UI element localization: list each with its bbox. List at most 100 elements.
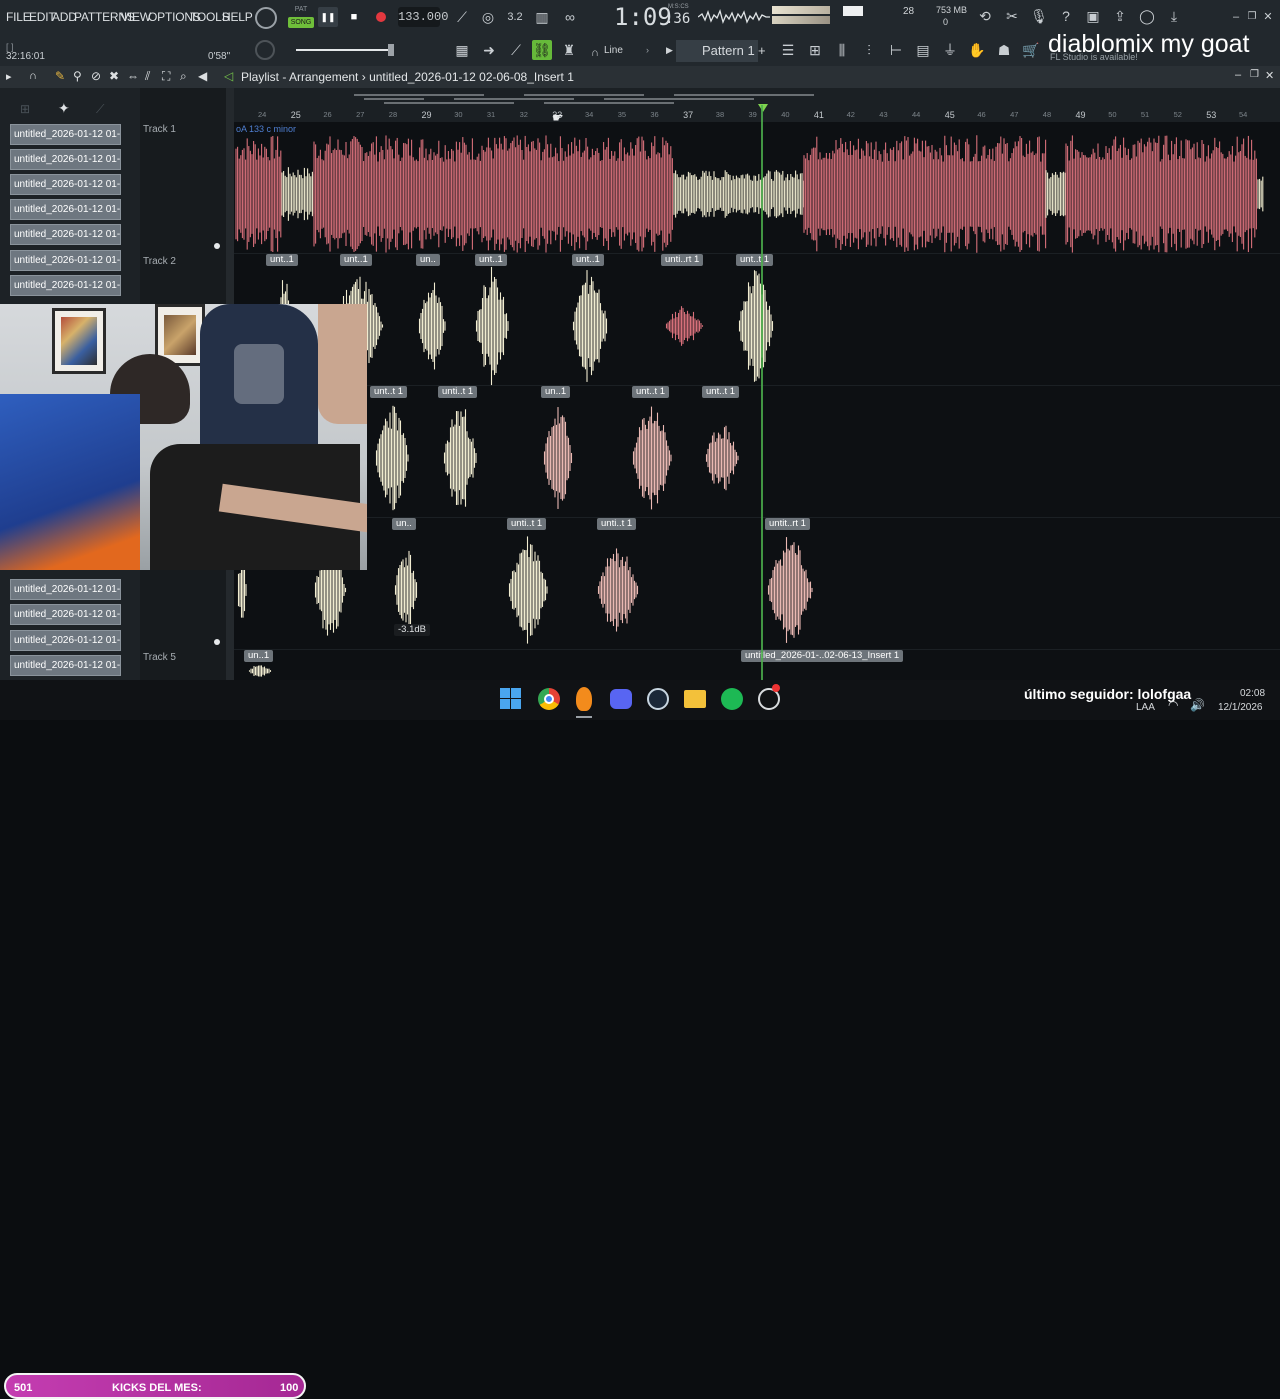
select-icon[interactable]: ⛶ [162, 69, 170, 84]
track-2-label[interactable]: Track 2 [143, 256, 176, 267]
stop-button[interactable]: ■ [344, 7, 364, 27]
windows-start-icon[interactable] [500, 688, 522, 710]
tempo-tap-icon[interactable]: ☗ [994, 40, 1014, 60]
browser-clip-item[interactable]: untitled_2026-01-12 01-... [10, 579, 121, 600]
close-icon[interactable]: ✕ [1258, 7, 1278, 27]
loop-record-icon[interactable]: ∞ [560, 7, 580, 27]
audio-clip-label[interactable]: unt..t 1 [370, 386, 408, 398]
download-icon[interactable]: ⤓ [1164, 6, 1184, 26]
audio-clip-label[interactable]: unt..1 [340, 254, 372, 266]
menu-file[interactable]: FILE [6, 10, 31, 24]
paint-icon[interactable]: ⟋ [506, 40, 526, 60]
audio-clip-label[interactable]: unti..rt 1 [661, 254, 704, 266]
record-button[interactable] [376, 12, 386, 22]
brush-icon[interactable]: ⚲ [73, 69, 82, 83]
audio-clip-label[interactable]: un.. [392, 518, 416, 530]
menu-help[interactable]: HELP [222, 10, 253, 24]
chrome-icon[interactable] [538, 688, 560, 710]
microphone-icon[interactable]: 🎙 [1029, 6, 1049, 26]
overview-strip[interactable] [344, 90, 824, 106]
audio-clip-label[interactable]: untitled_2026-01-..02-06-13_Insert 1 [741, 650, 904, 662]
master-volume-knob[interactable] [255, 40, 275, 60]
menu-view[interactable]: VIEW [121, 10, 151, 24]
channel-rack-icon[interactable]: ⊞ [805, 40, 825, 60]
audio-clip-label[interactable]: un..1 [541, 386, 571, 398]
main-pitch-knob[interactable] [255, 7, 277, 29]
browser-clip-item[interactable]: untitled_2026-01-12 01-... [10, 199, 121, 220]
step-edit-icon[interactable]: ▥ [532, 7, 552, 27]
snap-value[interactable]: Line [604, 45, 623, 56]
piano-keys-icon[interactable]: ⫶ [859, 40, 879, 60]
snap-magnet-icon[interactable]: ∩ [585, 43, 605, 63]
audio-clip-label[interactable]: untit..rt 1 [765, 518, 810, 530]
audio-clip-label[interactable]: un.. [416, 254, 440, 266]
track-1-marker[interactable]: oA 133 c minor [236, 124, 296, 134]
track-5-audio-clips[interactable] [234, 662, 1280, 680]
metronome-icon[interactable]: ⟋ [452, 7, 472, 27]
browser-clip-item[interactable]: untitled_2026-01-12 01-... [10, 630, 121, 651]
browser-clip-item[interactable]: untitled_2026-01-12 01-... [10, 604, 121, 625]
chat-icon[interactable]: ◯ [1137, 6, 1157, 26]
track-5-label[interactable]: Track 5 [143, 652, 176, 663]
audio-clip-label[interactable]: unt..1 [266, 254, 298, 266]
delete-icon[interactable]: ⊘ [91, 69, 101, 83]
track-1-audio-clip[interactable] [234, 134, 1280, 254]
playlist-close-icon[interactable]: ✕ [1265, 69, 1274, 82]
browser-clip-item[interactable]: untitled_2026-01-12 01-... [10, 224, 121, 245]
project-file-icon[interactable]: ▤ [913, 40, 933, 60]
save-icon[interactable]: ▣ [1083, 6, 1103, 26]
playlist-icon[interactable]: ☰ [778, 40, 798, 60]
playback-icon[interactable]: ◀ [198, 69, 207, 83]
master-pitch-slider[interactable] [296, 49, 392, 51]
audio-clip-label[interactable]: unt..1 [475, 254, 507, 266]
audio-clip-label[interactable]: unti..t 1 [507, 518, 547, 530]
slider-handle[interactable] [388, 44, 394, 56]
track-1-led[interactable] [214, 243, 220, 249]
mixer-icon[interactable]: ⫼ [832, 40, 852, 60]
shop-icon[interactable]: 🛒 [1021, 40, 1041, 60]
obs-icon[interactable] [758, 684, 780, 710]
clock-date[interactable]: 12/1/2026 [1218, 702, 1263, 713]
audio-clip-label[interactable]: unti..t 1 [438, 386, 478, 398]
track-4-audio-clips[interactable] [234, 530, 1280, 650]
pattern-prev-icon[interactable]: ▶ [666, 45, 673, 56]
playlist-grid[interactable]: oA 133 c minor [234, 122, 1280, 680]
slip-icon[interactable]: ⇔ [127, 69, 139, 83]
clock-time[interactable]: 02:08 [1240, 688, 1265, 699]
input-language[interactable]: LAA [1136, 702, 1155, 713]
help-icon[interactable]: ? [1056, 6, 1076, 26]
slice-icon[interactable]: ⫽ [145, 69, 150, 84]
browser-icon[interactable]: ⊢ [886, 40, 906, 60]
audio-clip-label[interactable]: unt..t 1 [736, 254, 774, 266]
magnet-icon[interactable]: ∩ [29, 70, 37, 82]
fl-studio-icon[interactable] [576, 687, 592, 711]
link-icon[interactable]: ⛓ [532, 40, 552, 60]
playlist-minimize-icon[interactable]: – [1235, 69, 1241, 81]
tempo-display[interactable]: 133.000 [398, 7, 448, 27]
song-mode-button[interactable]: SONG [288, 17, 314, 28]
piano-roll-icon[interactable]: ▦ [452, 40, 472, 60]
pause-button[interactable]: ❚❚ [318, 7, 338, 27]
cut-icon[interactable]: ✂ [1002, 6, 1022, 26]
volume-icon[interactable]: 🔊 [1190, 698, 1205, 712]
discord-icon[interactable] [610, 689, 632, 709]
wifi-icon[interactable]: ◠ [1168, 698, 1178, 712]
track-4-led[interactable] [214, 639, 220, 645]
touch-icon[interactable]: ✋ [967, 40, 987, 60]
picker-automation-icon[interactable]: ⟋ [96, 102, 104, 117]
picker-pattern-icon[interactable]: ⊞ [20, 102, 30, 116]
browser-clip-item[interactable]: untitled_2026-01-12 01-... [10, 149, 121, 170]
spotify-icon[interactable] [721, 688, 743, 710]
browser-clip-item[interactable]: untitled_2026-01-12 01-... [10, 250, 121, 271]
audio-clip-label[interactable]: unt..1 [572, 254, 604, 266]
browser-clip-item[interactable]: untitled_2026-01-12 01-... [10, 174, 121, 195]
playhead-line[interactable] [761, 105, 763, 680]
audio-clip-label[interactable]: un..1 [244, 650, 274, 662]
browser-clip-item[interactable]: untitled_2026-01-12 01-... [10, 655, 121, 676]
audio-clip-label[interactable]: unt..t 1 [702, 386, 740, 398]
pat-mode-label[interactable]: PAT [288, 6, 314, 16]
zoom-icon[interactable]: ⌕ [180, 69, 187, 84]
undo-history-icon[interactable]: ⟲ [975, 6, 995, 26]
steam-icon[interactable] [647, 688, 669, 710]
plugin-icon[interactable]: ⏚ [940, 40, 960, 60]
